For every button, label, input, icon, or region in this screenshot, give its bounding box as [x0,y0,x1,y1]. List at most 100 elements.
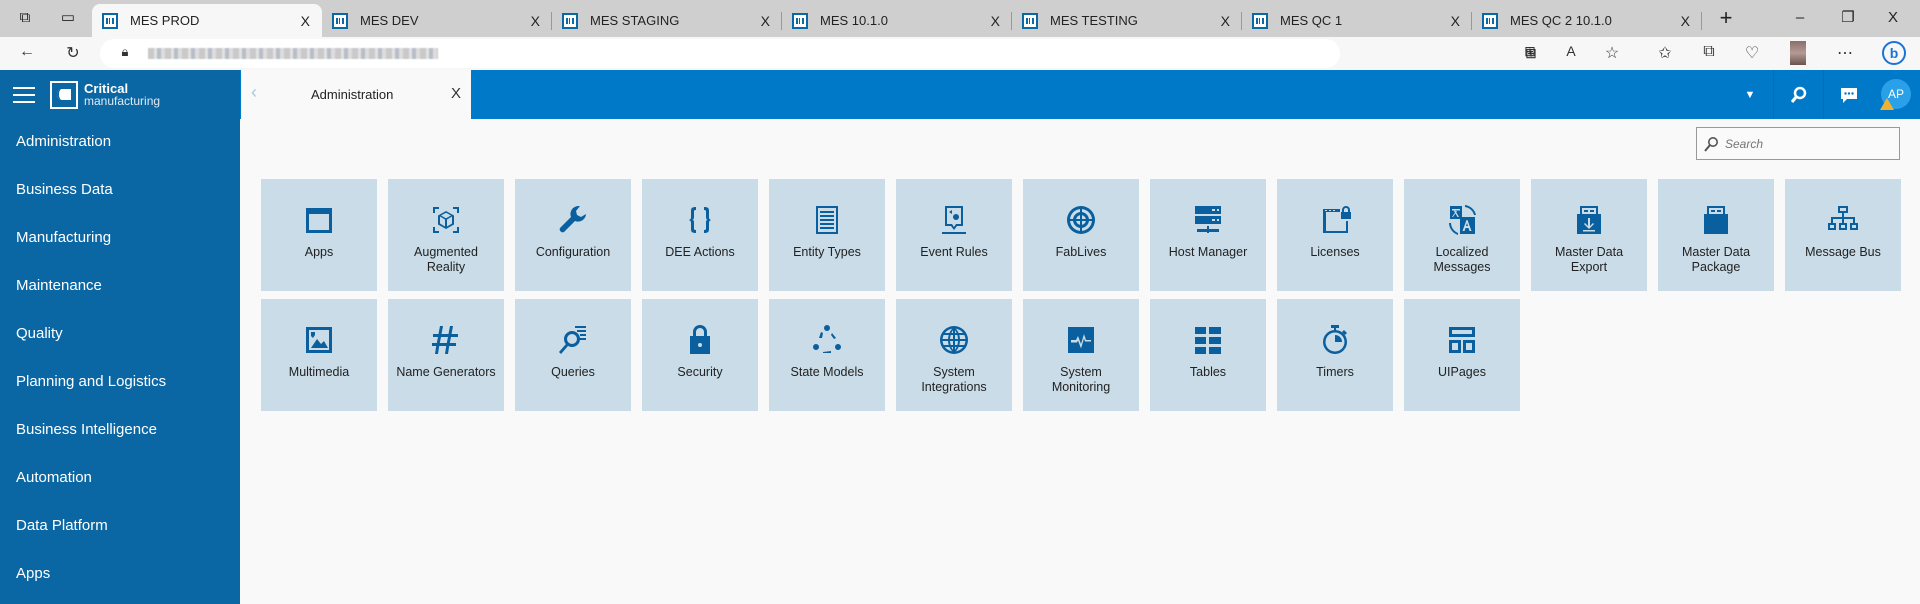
workspaces-icon[interactable]: ⧉ [15,8,35,28]
document-lines-icon [816,206,838,234]
browser-tab-mes-qc-1[interactable]: MES QC 1 X [1242,4,1472,37]
tile-dee-actions[interactable]: DEE Actions [642,179,758,291]
tile-system-integrations[interactable]: System Integrations [896,299,1012,411]
stopwatch-icon [1323,325,1347,354]
tile-augmented-reality[interactable]: Augmented Reality [388,179,504,291]
tile-label: Event Rules [920,245,988,259]
sidebar-item-business-intelligence[interactable]: Business Intelligence [0,406,240,454]
browser-essentials-icon[interactable]: ♡ [1741,43,1763,63]
tile-queries[interactable]: Queries [515,299,631,411]
close-tab-icon[interactable]: X [451,85,461,102]
sidebar-item-planning-and-logistics[interactable]: Planning and Logistics [0,358,240,406]
url-input[interactable]: 🔒︎ ⊞ [100,39,1537,68]
tile-host-manager[interactable]: Host Manager [1150,179,1266,291]
tab-close-icon[interactable]: X [1451,13,1460,29]
browser-tab-mes-dev[interactable]: MES DEV X [322,4,552,37]
sidebar-item-quality[interactable]: Quality [0,310,240,358]
tile-label: State Models [790,365,864,379]
tab-close-icon[interactable]: X [301,13,310,29]
favorites-icon[interactable]: ✩ [1654,43,1676,63]
tab-close-icon[interactable]: X [1221,13,1230,29]
tab-close-icon[interactable]: X [1681,13,1690,29]
tab-actions-icon[interactable]: ▭ [58,8,78,28]
search-input[interactable] [1725,136,1895,151]
favicon-icon [562,12,578,29]
image-icon [306,327,332,353]
restore-button[interactable]: ❐ [1838,8,1858,28]
sidebar-item-manufacturing[interactable]: Manufacturing [0,214,240,262]
dropdown-caret-icon[interactable]: ▼ [1725,70,1775,119]
tile-system-monitoring[interactable]: System Monitoring [1023,299,1139,411]
sidebar-item-data-platform[interactable]: Data Platform [0,502,240,550]
browser-tab-mes-staging[interactable]: MES STAGING X [552,4,782,37]
tile-uipages[interactable]: UIPages [1404,299,1520,411]
ar-cube-icon [433,207,459,233]
tab-close-icon[interactable]: X [531,13,540,29]
tile-label: Security [677,365,723,379]
network-icon [1828,206,1858,230]
lock-icon[interactable]: 🔒︎ [114,44,136,60]
tile-security[interactable]: Security [642,299,758,411]
tile-label: Licenses [1310,245,1360,259]
tile-event-rules[interactable]: Event Rules [896,179,1012,291]
tile-label: Augmented Reality [414,245,478,274]
browser-tab-mes-prod[interactable]: MES PROD X [92,4,322,37]
logo: Critical manufacturing [50,80,161,109]
copilot-icon[interactable]: b [1882,41,1906,65]
collections-icon[interactable]: ⧉ [1698,43,1720,61]
tile-master-data-export[interactable]: Master Data Export [1531,179,1647,291]
window-icon [306,208,332,233]
tab-administration[interactable]: ‹ Administration X [241,70,471,119]
more-icon[interactable]: ⋯ [1834,43,1856,63]
sidebar-item-administration[interactable]: Administration [0,118,240,166]
search-icon[interactable] [1773,70,1823,119]
sidebar-item-automation[interactable]: Automation [0,454,240,502]
window-close-button[interactable]: X [1883,8,1903,28]
tile-tables[interactable]: Tables [1150,299,1266,411]
tab-close-icon[interactable]: X [761,13,770,29]
browser-tab-mes-qc-2-10-1-0[interactable]: MES QC 2 10.1.0 X [1472,4,1702,37]
tile-multimedia[interactable]: Multimedia [261,299,377,411]
sidebar-item-maintenance[interactable]: Maintenance [0,262,240,310]
tile-name-generators[interactable]: Name Generators [388,299,504,411]
favicon-icon [1022,12,1038,29]
tile-label: System Integrations [921,365,987,394]
minimize-button[interactable]: – [1790,8,1810,28]
tile-state-models[interactable]: State Models [769,299,885,411]
profile-avatar[interactable] [1790,41,1806,65]
chevron-left-icon[interactable]: ‹ [251,82,257,103]
chat-icon[interactable] [1823,70,1873,119]
favorite-star-icon[interactable]: ☆ [1601,43,1623,63]
back-icon[interactable]: ← [16,43,38,61]
refresh-icon[interactable]: ↻ [62,43,84,63]
favicon-icon [332,12,348,29]
sidebar-item-business-data[interactable]: Business Data [0,166,240,214]
tile-master-data-package[interactable]: Master Data Package [1658,179,1774,291]
tile-apps[interactable]: Apps [261,179,377,291]
tile-timers[interactable]: Timers [1277,299,1393,411]
tile-label: Message Bus [1805,245,1881,259]
browser-tab-mes-testing[interactable]: MES TESTING X [1012,4,1242,37]
hamburger-menu-icon[interactable] [13,86,35,103]
read-aloud-icon[interactable]: A [1560,43,1582,59]
tile-localized-messages[interactable]: Localized Messages [1404,179,1520,291]
split-screen-icon[interactable]: ⊞ [1519,43,1541,60]
tile-label: FabLives [1055,245,1107,259]
logo-mark-icon [50,80,78,109]
state-cycle-icon [813,325,841,353]
tile-message-bus[interactable]: Message Bus [1785,179,1901,291]
event-rule-icon [942,206,966,234]
browser-tab-mes-10-1-0[interactable]: MES 10.1.0 X [782,4,1012,37]
brand-line-2: manufacturing [84,93,161,108]
tile-fablives[interactable]: FabLives [1023,179,1139,291]
browser-tab-label: MES PROD [130,13,200,28]
sidebar-item-apps[interactable]: Apps [0,550,240,598]
search-box[interactable] [1696,127,1900,160]
tile-licenses[interactable]: Licenses [1277,179,1393,291]
tile-entity-types[interactable]: Entity Types [769,179,885,291]
new-tab-button[interactable]: + [1716,7,1736,29]
tile-configuration[interactable]: Configuration [515,179,631,291]
export-icon [1577,206,1601,234]
tab-close-icon[interactable]: X [991,13,1000,29]
sidebar: Critical manufacturing Administration Busi… [0,70,240,604]
